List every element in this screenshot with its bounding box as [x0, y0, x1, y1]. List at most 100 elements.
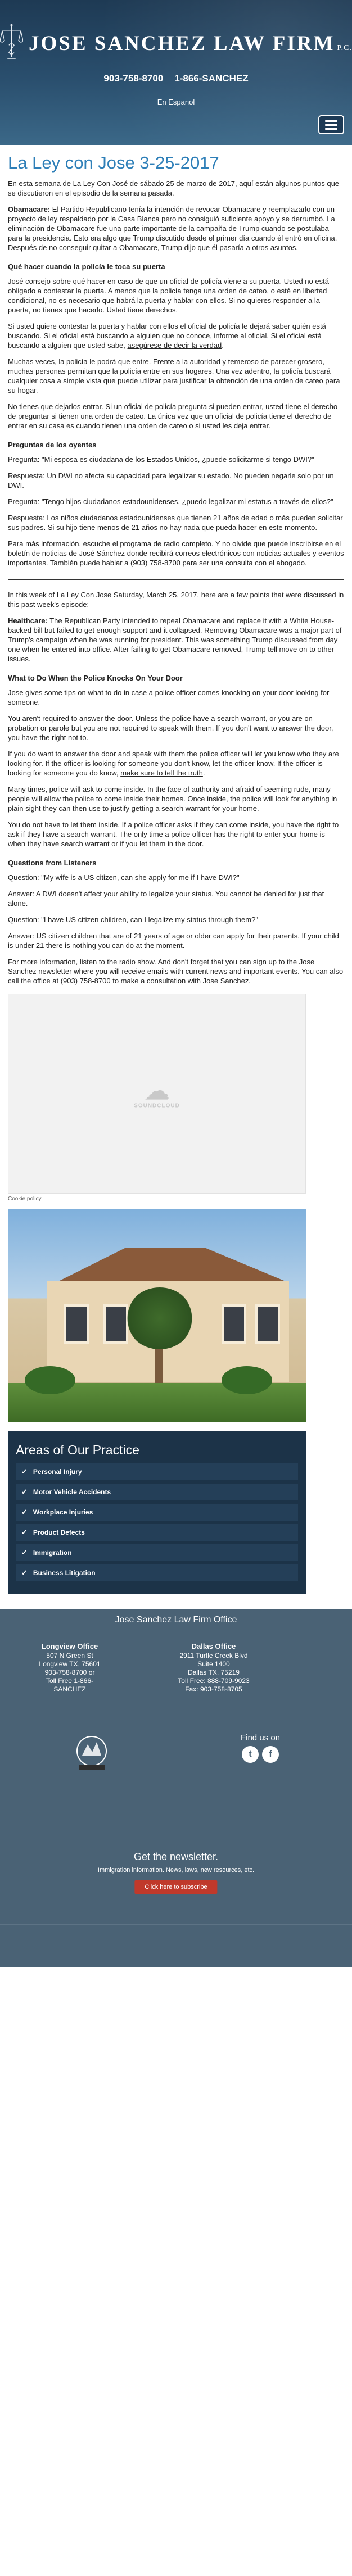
footer-divider	[0, 1924, 352, 1925]
office-phone[interactable]: 903-758-8700 or	[25, 1668, 115, 1677]
bush	[222, 1366, 272, 1394]
newsletter-text: Immigration information. News, laws, new…	[97, 1867, 255, 1874]
soundcloud-player[interactable]: ☁ SOUNDCLOUD	[8, 994, 306, 1194]
phone-numbers: 903-758-8700 1-866-SANCHEZ	[0, 73, 352, 84]
english-police-p2: You aren't required to answer the door. …	[8, 714, 333, 742]
period: .	[202, 769, 205, 777]
office-address-line: Suite 1400	[197, 1660, 230, 1668]
site-header: JOSE SANCHEZ LAW FIRM P.C. 903-758-8700 1-…	[0, 0, 352, 145]
office-fax: Fax: 903-758-8705	[185, 1685, 242, 1693]
award-seal-icon	[76, 1736, 107, 1770]
office-address-line: 2911 Turtle Creek Blvd	[179, 1652, 248, 1659]
house-window	[222, 1304, 246, 1344]
checkmark-icon: ✓	[21, 1568, 28, 1577]
spanish-q1: Pregunta: "Mi esposa es ciudadana de los…	[8, 455, 314, 464]
language-link-text[interactable]: En Espanol	[157, 98, 195, 106]
practice-areas: Areas of Our Practice ✓ Personal Injury ✓…	[8, 1431, 306, 1594]
palm-tree	[126, 1287, 193, 1349]
english-q2: Question: "I have US citizen children, c…	[8, 915, 258, 924]
section-divider	[8, 579, 344, 580]
practice-item-motor-vehicle-accidents[interactable]: ✓ Motor Vehicle Accidents	[16, 1484, 298, 1500]
practice-heading: Areas of Our Practice	[16, 1443, 139, 1457]
english-truth-link[interactable]: make sure to tell the truth	[120, 769, 203, 777]
english-police-p5: You do not have to let them inside. If a…	[8, 820, 339, 848]
healthcare-label: Healthcare:	[8, 616, 48, 625]
spanish-a1: Respuesta: Un DWI no afecta su capacidad…	[8, 471, 334, 489]
cookie-policy-link[interactable]: Cookie policy	[8, 1196, 344, 1202]
checkmark-icon: ✓	[21, 1487, 28, 1496]
soundcloud-logo: ☁ SOUNDCLOUD	[134, 1078, 180, 1109]
healthcare-text: The Republican Party intended to repeal …	[8, 616, 342, 663]
firm-suffix: P.C.	[337, 43, 352, 52]
english-more-info: For more information, listen to the radi…	[8, 958, 344, 985]
spanish-police-heading: Qué hacer cuando la policía le toca su p…	[8, 262, 165, 271]
twitter-icon[interactable]: t	[242, 1746, 259, 1763]
menu-button[interactable]	[318, 115, 344, 134]
obamacare-text: El Partido Republicano tenía la intenció…	[8, 205, 337, 252]
practice-item-immigration[interactable]: ✓ Immigration	[16, 1544, 298, 1561]
checkmark-icon: ✓	[21, 1508, 28, 1516]
spanish-police-p3: Muchas veces, la policía le podrá que en…	[8, 357, 340, 394]
subscribe-button[interactable]: Click here to subscribe	[134, 1880, 218, 1894]
find-us-label: Find us on	[240, 1733, 281, 1743]
spanish-obamacare: Obamacare: El Partido Republicano tenía …	[8, 205, 344, 252]
facebook-icon[interactable]: f	[262, 1746, 279, 1763]
english-police-heading: What to Do When the Police Knocks On You…	[8, 674, 183, 682]
firm-name: JOSE SANCHEZ LAW FIRM P.C.	[29, 31, 352, 56]
english-police-p1: Jose gives some tips on what to do in ca…	[8, 688, 330, 706]
practice-item-label: Product Defects	[33, 1529, 85, 1536]
office-name: Longview Office	[41, 1642, 98, 1650]
english-police-p4: Many times, police will ask to come insi…	[8, 785, 337, 813]
bush	[25, 1366, 75, 1394]
spanish-police-p1: José consejo sobre qué hacer en caso de …	[8, 277, 329, 314]
practice-item-product-defects[interactable]: ✓ Product Defects	[16, 1524, 298, 1541]
page-title: La Ley con Jose 3-25-2017	[8, 153, 219, 173]
office-toll-free-word: SANCHEZ	[53, 1685, 86, 1693]
practice-item-label: Motor Vehicle Accidents	[33, 1488, 111, 1496]
newsletter-title: Get the newsletter.	[133, 1851, 219, 1862]
spanish-more-info: Para más información, escuche el program…	[8, 539, 344, 567]
english-a1: Answer: A DWI doesn't affect your abilit…	[8, 890, 324, 908]
find-us-on: Find us on tf	[235, 1733, 286, 1763]
english-q1: Question: "My wife is a US citizen, can …	[8, 873, 240, 882]
house-window	[255, 1304, 280, 1344]
english-healthcare: Healthcare: The Republican Party intende…	[8, 616, 344, 664]
phone-link-1[interactable]: 903-758-8700	[103, 73, 163, 84]
main-content: La Ley con Jose 3-25-2017 En esta semana…	[0, 153, 352, 1422]
house-window	[103, 1304, 128, 1344]
practice-item-label: Business Litigation	[33, 1569, 96, 1577]
office-toll-free[interactable]: Toll Free: 888-709-9023	[169, 1677, 259, 1685]
logo[interactable]: JOSE SANCHEZ LAW FIRM P.C.	[0, 12, 352, 74]
spanish-police-p4: No tienes que dejarlos entrar. Si un ofi…	[8, 402, 338, 430]
house-photo	[8, 1209, 306, 1422]
language-link[interactable]: En Espanol	[0, 98, 352, 106]
english-police-p3: If you do want to answer the door and sp…	[8, 749, 344, 778]
firm-name-text: JOSE SANCHEZ LAW FIRM	[28, 31, 335, 55]
office-address-line: Dallas TX, 75219	[188, 1668, 240, 1676]
practice-item-label: Immigration	[33, 1549, 72, 1557]
footer-title: Jose Sanchez Law Firm Office	[115, 1615, 237, 1625]
checkmark-icon: ✓	[21, 1467, 28, 1476]
checkmark-icon: ✓	[21, 1528, 28, 1536]
phone-link-2[interactable]: 1-866-SANCHEZ	[174, 73, 248, 84]
practice-item-personal-injury[interactable]: ✓ Personal Injury	[16, 1463, 298, 1480]
practice-item-label: Workplace Injuries	[33, 1508, 93, 1516]
office-address-line: Longview TX, 75601	[39, 1660, 101, 1668]
house-roof	[57, 1248, 287, 1282]
longview-office: Longview Office 507 N Green St Longview …	[25, 1642, 115, 1694]
site-footer: Jose Sanchez Law Firm Office Longview Of…	[0, 1609, 352, 1967]
english-intro: In this week of La Ley Con Jose Saturday…	[8, 591, 344, 609]
period: .	[222, 341, 224, 350]
obamacare-label: Obamacare:	[8, 205, 51, 214]
spanish-questions-heading: Preguntas de los oyentes	[8, 441, 97, 449]
spanish-truth-link[interactable]: asegúrese de decir la verdad	[128, 341, 222, 350]
practice-item-workplace-injuries[interactable]: ✓ Workplace Injuries	[16, 1504, 298, 1521]
practice-item-business-litigation[interactable]: ✓ Business Litigation	[16, 1564, 298, 1581]
soundcloud-text: SOUNDCLOUD	[134, 1103, 180, 1109]
dallas-office: Dallas Office 2911 Turtle Creek Blvd Sui…	[169, 1642, 259, 1694]
spanish-a2: Respuesta: Los niños ciudadanos estadoun…	[8, 514, 343, 532]
office-address-line: 507 N Green St	[46, 1652, 93, 1659]
english-questions-heading: Questions from Listeners	[8, 859, 97, 867]
spanish-q2: Pregunta: "Tengo hijos ciudadanos estado…	[8, 497, 333, 506]
office-toll-free[interactable]: Toll Free 1-866-	[25, 1677, 115, 1685]
